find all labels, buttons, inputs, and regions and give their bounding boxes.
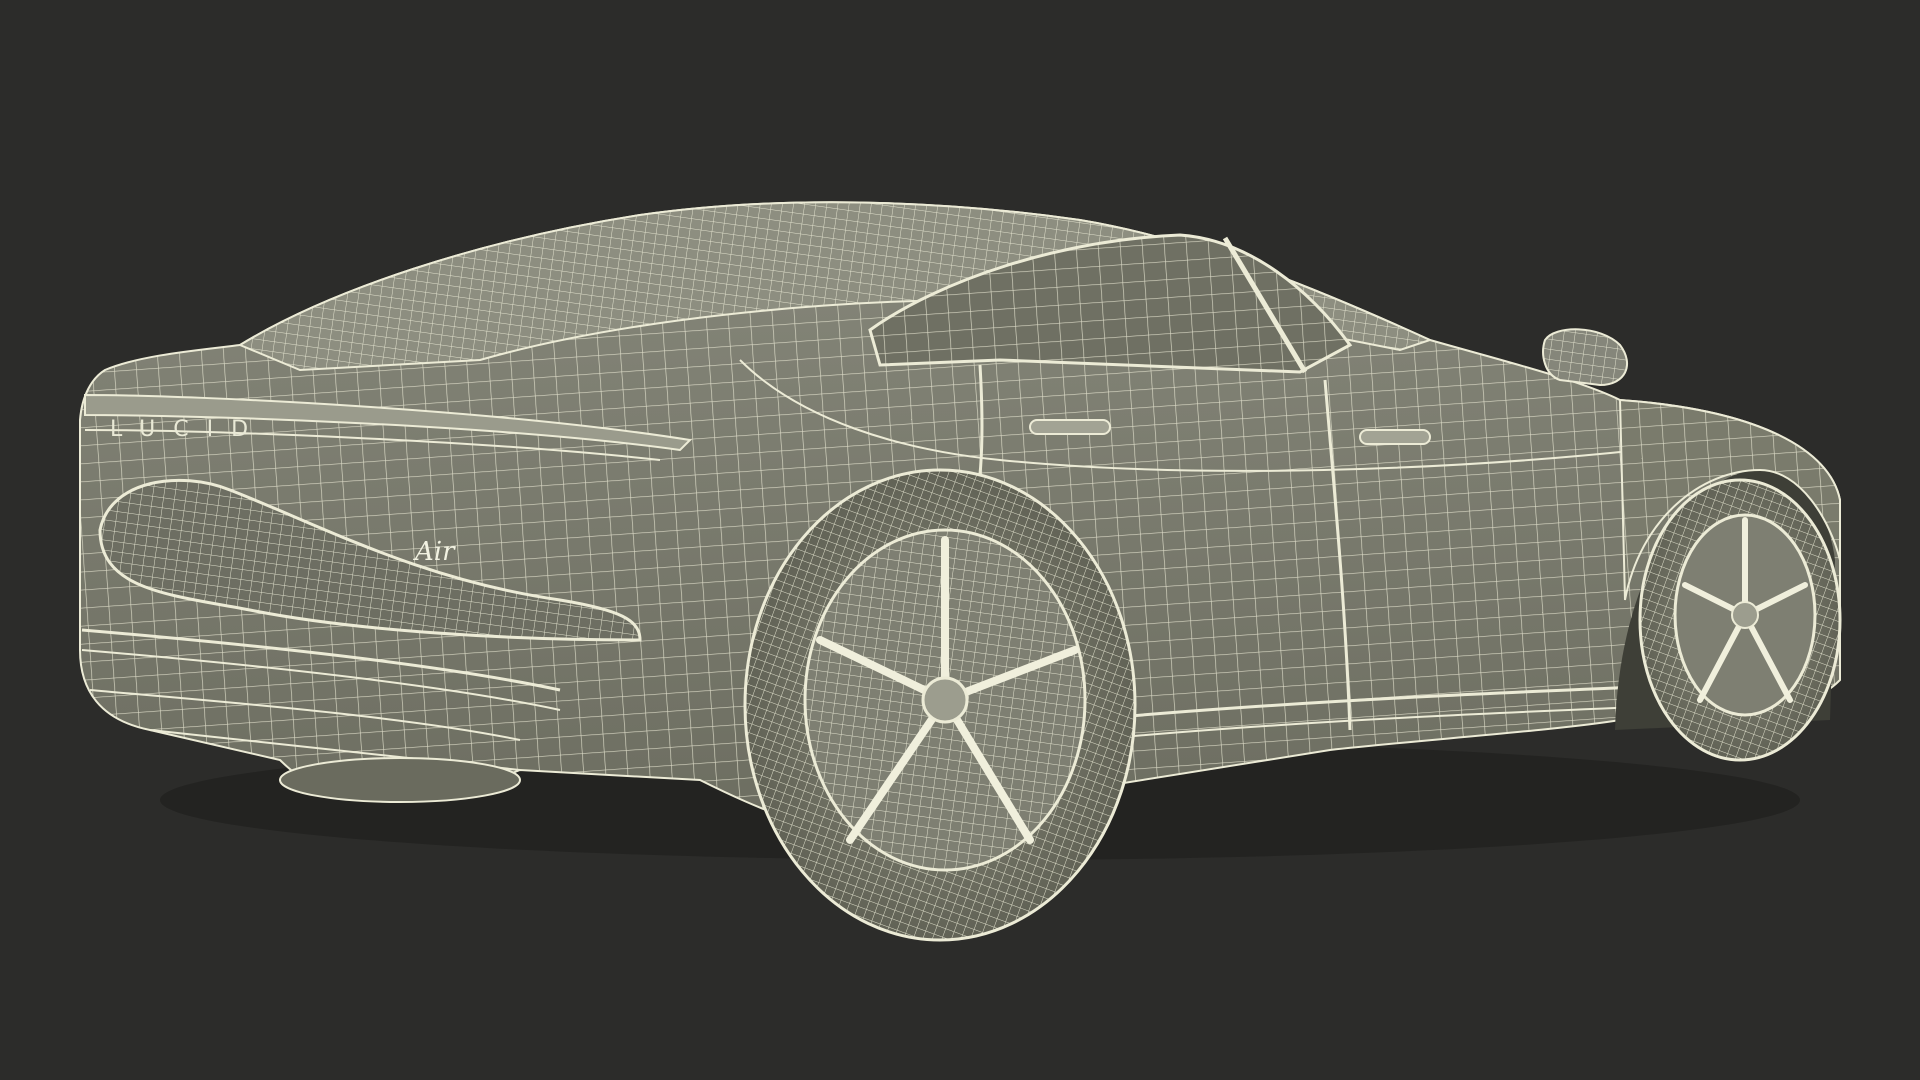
rear-badge: LUCID xyxy=(110,417,266,442)
rear-wheel xyxy=(743,468,1137,942)
rear-hub-cap xyxy=(921,676,969,724)
car-wireframe-render: LUCID Air xyxy=(79,201,1842,942)
front-hub-cap xyxy=(1731,601,1759,629)
side-mirror xyxy=(1542,328,1629,387)
front-wheel xyxy=(1638,478,1842,762)
model-script-badge: Air xyxy=(413,537,456,567)
rear-diffuser xyxy=(279,757,521,803)
front-door-handle xyxy=(1359,429,1431,445)
rear-door-handle xyxy=(1029,419,1111,435)
render-viewport: LUCID Air xyxy=(0,0,1920,1080)
